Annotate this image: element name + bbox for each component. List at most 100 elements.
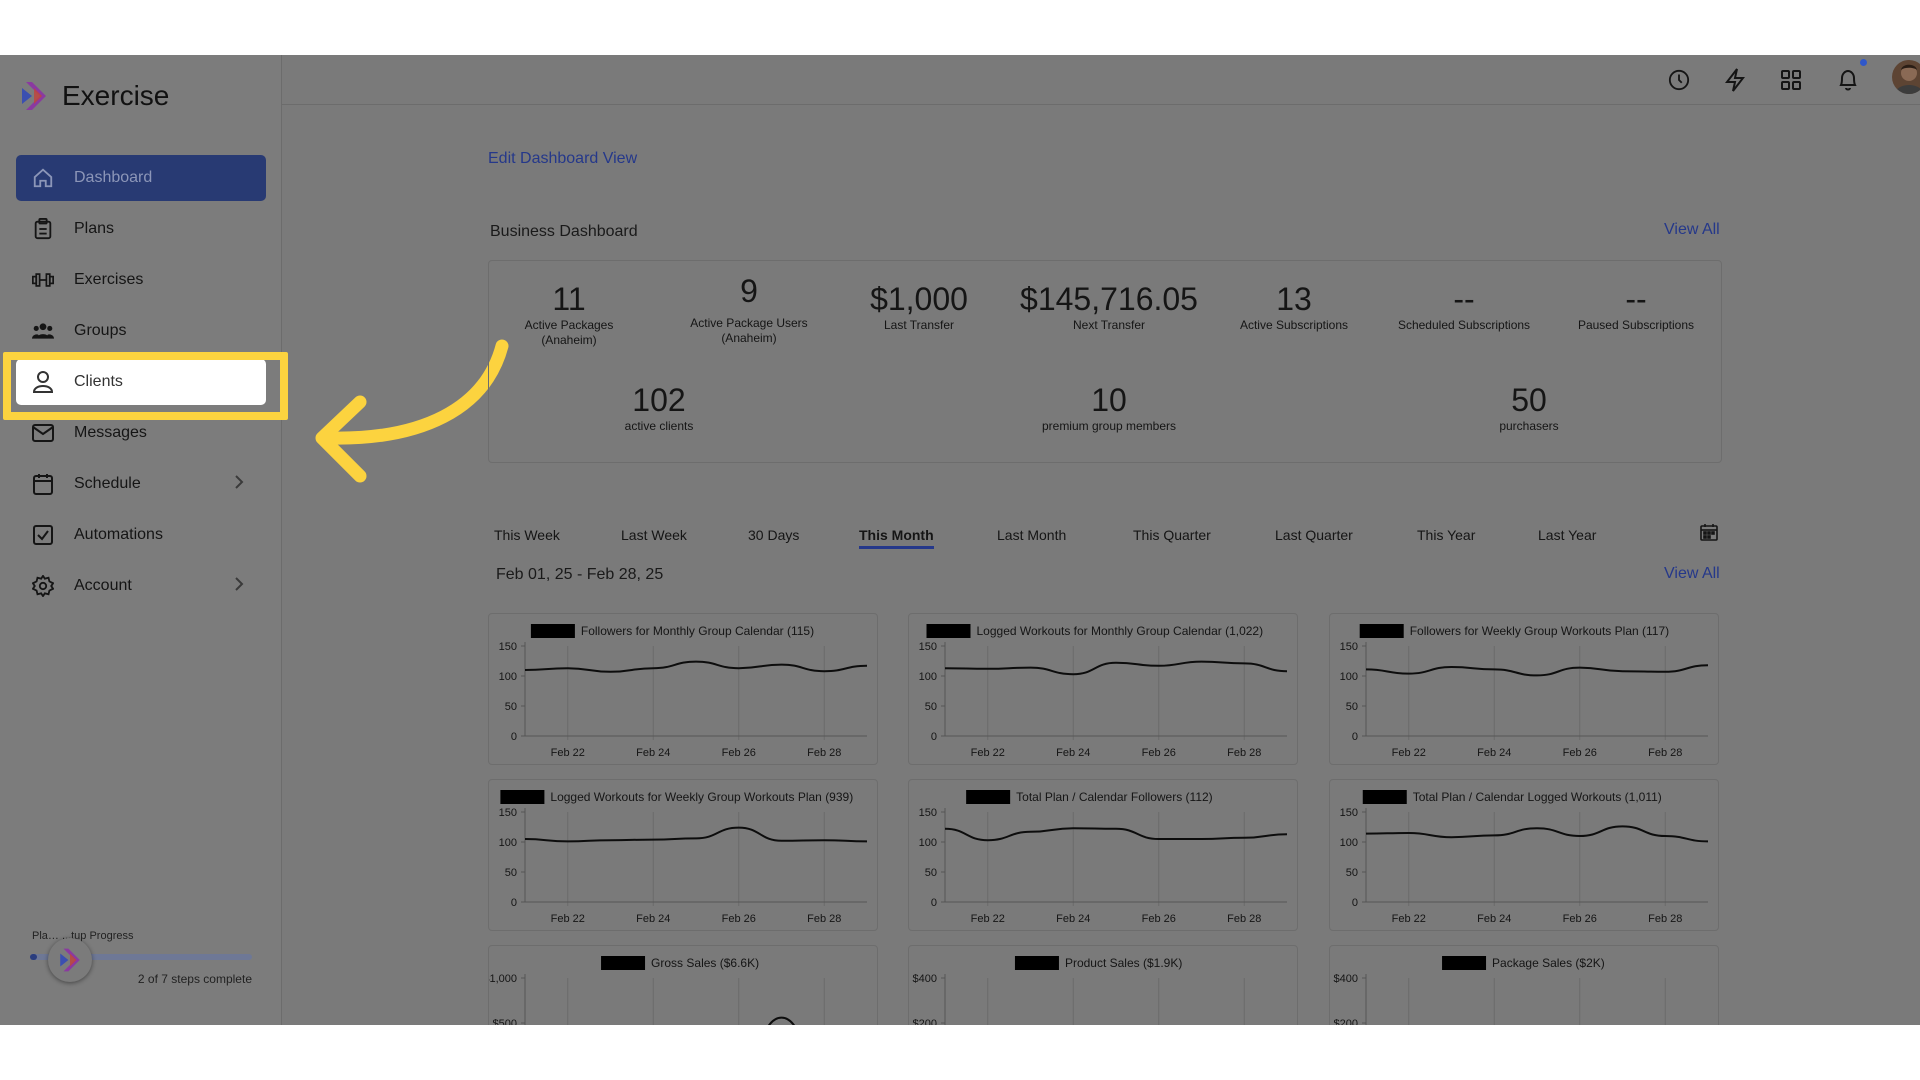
- sidebar-item-label: Automations: [74, 526, 163, 543]
- pointer-arrow: [315, 339, 509, 483]
- date-range-label: Feb 01, 25 - Feb 28, 25: [496, 566, 664, 583]
- chart-card[interactable]: Followers for Weekly Group Workouts Plan…: [1329, 613, 1719, 765]
- dumbbell-icon: [32, 269, 54, 291]
- x-tick-label: Feb 24: [636, 913, 670, 925]
- chart-card[interactable]: Logged Workouts for Monthly Group Calend…: [908, 613, 1298, 765]
- chart-card[interactable]: Total Plan / Calendar Logged Workouts (1…: [1329, 779, 1719, 931]
- sidebar: Exercise Dashboard Plans Exercises Group…: [0, 55, 282, 1025]
- apps-grid-icon[interactable]: [1776, 65, 1806, 95]
- calendar-icon[interactable]: [1700, 523, 1718, 546]
- sidebar-item-account[interactable]: Account: [16, 563, 266, 609]
- y-tick-label: 150: [499, 807, 517, 819]
- stat-label: Paused Subscriptions: [1577, 318, 1695, 332]
- stat-premium-group-members: 10 premium group members: [999, 382, 1219, 434]
- sidebar-item-groups[interactable]: Groups: [16, 308, 266, 354]
- chart-svg: Followers for Monthly Group Calendar (11…: [499, 624, 868, 759]
- x-tick-label: Feb 28: [1227, 913, 1261, 925]
- tab-this-week[interactable]: This Week: [494, 527, 560, 543]
- y-tick-label: $200: [1334, 1018, 1358, 1025]
- x-tick-label: Feb 28: [807, 913, 841, 925]
- view-all-business-link[interactable]: View All: [1664, 221, 1720, 239]
- sidebar-item-exercises[interactable]: Exercises: [16, 257, 266, 303]
- y-tick-label: 50: [925, 701, 937, 713]
- chart-card[interactable]: Logged Workouts for Weekly Group Workout…: [488, 779, 878, 931]
- legend-swatch: [1442, 956, 1487, 970]
- chart-title: Total Plan / Calendar Followers (112): [1016, 790, 1213, 804]
- stat-label: premium group members: [1041, 419, 1177, 433]
- chart-card[interactable]: Followers for Monthly Group Calendar (11…: [488, 613, 878, 765]
- y-tick-label: $200: [913, 1018, 937, 1025]
- stat-value: 102: [632, 382, 686, 418]
- chart-card[interactable]: Package Sales ($2K) $400 $200: [1329, 945, 1719, 1025]
- series-line: [944, 827, 1288, 842]
- x-tick-label: Feb 24: [636, 747, 670, 759]
- logo-icon: [60, 948, 80, 972]
- notification-dot: [1860, 59, 1867, 66]
- tab-this-quarter[interactable]: This Quarter: [1133, 527, 1211, 543]
- sidebar-item-label: Plans: [74, 220, 115, 237]
- y-tick-label: 150: [919, 807, 937, 819]
- mail-icon: [32, 422, 54, 444]
- stat-value: 9: [740, 273, 758, 309]
- setup-progress-fill: [30, 954, 37, 960]
- x-tick-label: Feb 28: [1648, 747, 1682, 759]
- chart-card[interactable]: Total Plan / Calendar Followers (112) 0 50…: [908, 779, 1298, 931]
- tab-this-month[interactable]: This Month: [859, 527, 934, 549]
- app-logo[interactable]: Exercise: [18, 80, 169, 112]
- y-tick-label: 50: [1346, 701, 1358, 713]
- chart-title: Logged Workouts for Weekly Group Workout…: [550, 790, 853, 804]
- legend-swatch: [1362, 790, 1407, 804]
- stat-paused-subscriptions: -- Paused Subscriptions: [1551, 281, 1721, 333]
- tab-30-days[interactable]: 30 Days: [748, 527, 799, 543]
- x-tick-label: Feb 22: [971, 913, 1005, 925]
- legend-swatch: [966, 790, 1011, 804]
- sidebar-item-label: Messages: [74, 424, 147, 441]
- x-tick-label: Feb 22: [1392, 913, 1426, 925]
- chart-title: Package Sales ($2K): [1492, 956, 1605, 970]
- y-tick-label: $400: [1334, 973, 1358, 985]
- clients-highlight-box: [3, 352, 288, 420]
- x-tick-label: Feb 26: [1563, 747, 1597, 759]
- tab-last-week[interactable]: Last Week: [621, 527, 687, 543]
- x-tick-label: Feb 26: [1563, 913, 1597, 925]
- chart-svg: Total Plan / Calendar Logged Workouts (1…: [1340, 790, 1709, 925]
- help-launcher-button[interactable]: [48, 938, 92, 982]
- series-line: [524, 660, 868, 673]
- chart-card[interactable]: Gross Sales ($6.6K) $1,000 $500: [488, 945, 878, 1025]
- x-tick-label: Feb 22: [551, 747, 585, 759]
- tab-last-month[interactable]: Last Month: [997, 527, 1066, 543]
- y-tick-label: 150: [1340, 641, 1358, 653]
- sidebar-item-automations[interactable]: Automations: [16, 512, 266, 558]
- sidebar-item-plans[interactable]: Plans: [16, 206, 266, 252]
- x-tick-label: Feb 22: [1392, 747, 1426, 759]
- app-window: Exercise Dashboard Plans Exercises Group…: [0, 55, 1920, 1025]
- avatar[interactable]: [1892, 60, 1920, 94]
- tab-this-year[interactable]: This Year: [1417, 527, 1475, 543]
- stat-value: 50: [1511, 382, 1547, 418]
- x-tick-label: Feb 28: [1227, 747, 1261, 759]
- chart-svg: Product Sales ($1.9K) $400 $200: [913, 956, 1245, 1025]
- checkbox-icon: [32, 524, 54, 546]
- series-line: [1365, 825, 1709, 843]
- stat-purchasers: 50 purchasers: [1429, 382, 1629, 434]
- chart-title: Logged Workouts for Monthly Group Calend…: [977, 624, 1264, 638]
- chart-card[interactable]: Product Sales ($1.9K) $400 $200: [908, 945, 1298, 1025]
- sidebar-item-schedule[interactable]: Schedule: [16, 461, 266, 507]
- tab-last-year[interactable]: Last Year: [1538, 527, 1596, 543]
- y-tick-label: $1,000: [489, 973, 517, 985]
- bolt-icon[interactable]: [1720, 65, 1750, 95]
- y-tick-label: 150: [1340, 807, 1358, 819]
- stat-last-transfer: $1,000 Last Transfer: [839, 281, 999, 333]
- stat-label: Last Transfer: [883, 318, 955, 332]
- view-all-charts-link[interactable]: View All: [1664, 565, 1720, 583]
- y-tick-label: 100: [499, 837, 517, 849]
- legend-swatch: [1014, 956, 1059, 970]
- tab-last-quarter[interactable]: Last Quarter: [1275, 527, 1353, 543]
- stat-label: Active Packages (Anaheim): [524, 318, 614, 347]
- x-tick-label: Feb 26: [722, 913, 756, 925]
- clock-icon[interactable]: [1664, 65, 1694, 95]
- sidebar-item-dashboard[interactable]: Dashboard: [16, 155, 266, 201]
- edit-dashboard-link[interactable]: Edit Dashboard View: [488, 150, 637, 168]
- business-dashboard-title: Business Dashboard: [490, 223, 638, 240]
- bell-icon[interactable]: [1833, 65, 1863, 95]
